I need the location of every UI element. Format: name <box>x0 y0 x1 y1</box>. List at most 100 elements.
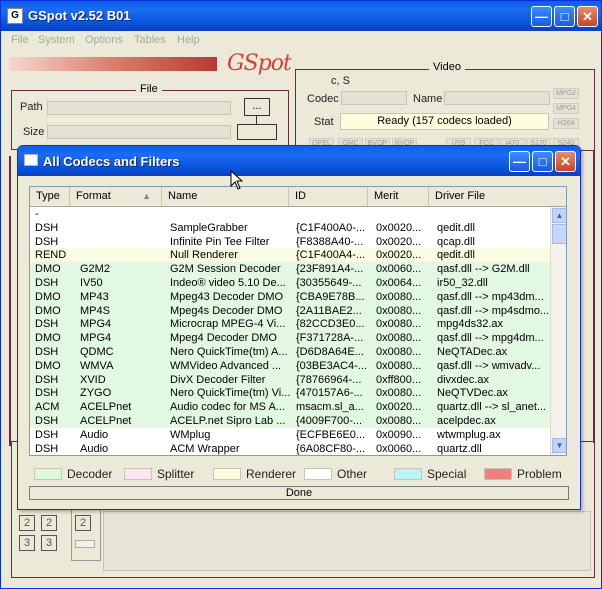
table-row[interactable]: DSH Infinite Pin Tee Filter {F8388A40-... 0… <box>30 234 550 249</box>
cell-id: {03BE3AC4-... <box>296 359 367 372</box>
num-box-5[interactable]: 2 <box>75 515 91 531</box>
cell-name: WMVideo Advanced ... <box>170 359 282 372</box>
codec-sub-label: c, S <box>331 75 350 87</box>
menu-file[interactable]: File <box>11 34 29 46</box>
table-row[interactable]: DMO MPG4 Mpeg4 Decoder DMO {F371728A-... 0x0… <box>30 331 550 346</box>
table-row[interactable]: DMO MP43 Mpeg43 Decoder DMO {CBA9E78B... 0x0… <box>30 289 550 304</box>
cell-driver-file: qasf.dll --> G2M.dll <box>437 263 530 276</box>
cell-type: DSH <box>35 235 59 248</box>
cell-driver-file: qedit.dll <box>437 221 475 234</box>
cell-format: XVID <box>80 373 106 386</box>
menu-system[interactable]: System <box>38 34 75 46</box>
tag-mpg4: MPG4 <box>553 103 579 114</box>
table-row[interactable]: DSH QDMC Nero QuickTime(tm) A... {D6D8A64E.… <box>30 345 550 359</box>
menu-help[interactable]: Help <box>177 34 200 46</box>
cell-id: {F371728A-... <box>296 332 364 345</box>
cell-type: DMO <box>35 304 61 317</box>
table-row[interactable]: DSH ZYGO Nero QuickTime(tm) Vi... {470157A6… <box>30 386 550 401</box>
legend-other-label: Other <box>337 467 368 481</box>
col-type[interactable]: Type <box>30 187 70 206</box>
size-button[interactable] <box>237 124 277 140</box>
table-row[interactable]: DSH MPG4 Microcrap MPEG-4 Vi... {82CCD3E0..… <box>30 317 550 332</box>
num-box-3[interactable]: 3 <box>19 535 35 551</box>
cell-format: MPG4 <box>80 318 112 331</box>
size-field[interactable] <box>47 125 231 139</box>
cell-type: - <box>35 208 39 220</box>
small-slider[interactable] <box>75 540 95 548</box>
menu-tables[interactable]: Tables <box>134 34 166 46</box>
table-row[interactable]: DSH Audio WMplug {ECFBE6E0... 0x0090... wtwmp… <box>30 427 550 442</box>
dialog-close-button[interactable]: ✕ <box>555 151 576 172</box>
main-titlebar[interactable]: G GSpot v2.52 B01 — □ ✕ <box>1 1 601 31</box>
table-row[interactable]: ACM ACELPnet Audio codec for MS A... msacm.… <box>30 400 550 415</box>
cell-format: MPG4 <box>80 332 112 345</box>
scroll-up-icon[interactable]: ▲ <box>552 208 566 223</box>
num-box-2[interactable]: 2 <box>41 515 57 531</box>
cell-name: Mpeg43 Decoder DMO <box>170 290 284 303</box>
cell-name: Indeo® video 5.10 De... <box>170 277 286 289</box>
close-icon: ✕ <box>582 9 593 24</box>
cell-type: DSH <box>35 221 59 234</box>
num-box-1[interactable]: 2 <box>19 515 35 531</box>
cell-driver-file: qcap.dll <box>437 235 475 248</box>
cell-id: {CBA9E78B... <box>296 290 365 303</box>
table-row[interactable]: DMO WMVA WMVideo Advanced ... {03BE3AC4-...… <box>30 358 550 373</box>
table-row[interactable]: DMO MP4S Mpeg4s Decoder DMO {2A11BAE2... 0x0… <box>30 303 550 318</box>
cell-name: Microcrap MPEG-4 Vi... <box>170 318 286 331</box>
cell-name: Mpeg4s Decoder DMO <box>170 304 283 317</box>
legend-other-swatch <box>304 468 332 480</box>
list-vertical-scrollbar[interactable]: ▲ ▼ <box>550 207 566 455</box>
cell-name: Infinite Pin Tee Filter <box>170 235 270 248</box>
cell-merit: 0x0080... <box>376 290 422 303</box>
minimize-icon: — <box>535 9 548 24</box>
cell-format: Audio <box>80 442 109 455</box>
num-box-4[interactable]: 3 <box>41 535 57 551</box>
table-row[interactable]: DSH SampleGrabber {C1F400A0-... 0x0020... qe… <box>30 220 550 235</box>
cell-merit: 0x0080... <box>376 346 422 358</box>
cell-merit: 0x0020... <box>376 249 422 262</box>
table-row[interactable]: DSH Audio ACM Wrapper {6A08CF80-... 0x0060..… <box>30 441 550 455</box>
table-row[interactable]: DSH IV50 Indeo® video 5.10 De... {30355649-… <box>30 276 550 290</box>
cell-id: {C1F400A0-... <box>296 221 366 234</box>
col-name[interactable]: Name <box>162 187 289 206</box>
browse-button[interactable]: ... <box>244 98 270 116</box>
legend-decoder-label: Decoder <box>67 467 113 481</box>
maximize-icon: □ <box>560 9 569 24</box>
name-field[interactable] <box>444 91 550 105</box>
all-codecs-dialog: All Codecs and Filters — □ ✕ Type Format… <box>17 145 581 510</box>
menu-options[interactable]: Options <box>85 34 123 46</box>
col-merit[interactable]: Merit <box>368 187 429 206</box>
table-row[interactable]: REND Null Renderer {C1F400A4-... 0x0020... q… <box>30 248 550 263</box>
dialog-titlebar[interactable]: All Codecs and Filters — □ ✕ <box>18 146 580 176</box>
path-field[interactable] <box>47 101 231 115</box>
table-row[interactable]: DMO G2M2 G2M Session Decoder {23F891A4-... 0… <box>30 262 550 277</box>
cell-type: DSH <box>35 428 59 441</box>
brand-gradient-bar <box>9 57 217 71</box>
left-frame-line <box>9 156 11 446</box>
cell-id: {D6D8A64E... <box>296 346 364 358</box>
codec-field[interactable] <box>341 91 407 105</box>
table-row[interactable]: DSH ACELPnet ACELP.net Sipro Lab ... {4009F… <box>30 414 550 428</box>
col-format[interactable]: Format ▲ <box>70 187 162 206</box>
dialog-maximize-button[interactable]: □ <box>532 151 553 172</box>
cell-name: Nero QuickTime(tm) Vi... <box>170 387 291 400</box>
cell-id: {F8388A40-... <box>296 235 364 248</box>
cell-type: DSH <box>35 318 59 331</box>
cell-id: {2A11BAE2... <box>296 304 362 317</box>
scroll-thumb[interactable] <box>552 224 566 244</box>
col-driver-file[interactable]: Driver File <box>429 187 566 206</box>
name-label: Name <box>413 93 443 105</box>
cell-driver-file: acelpdec.ax <box>437 415 496 427</box>
close-button[interactable]: ✕ <box>577 6 598 27</box>
scroll-down-icon[interactable]: ▼ <box>552 438 566 453</box>
maximize-button[interactable]: □ <box>554 6 575 27</box>
codec-list[interactable]: Type Format ▲ Name ID Merit Driver File -… <box>29 186 567 456</box>
table-row[interactable]: DSH XVID DivX Decoder Filter {78766964-... 0… <box>30 372 550 387</box>
gspot-app-icon: G <box>7 8 23 24</box>
col-id[interactable]: ID <box>289 187 368 206</box>
cell-driver-file: quartz.dll <box>437 442 482 455</box>
table-row[interactable]: - <box>30 207 550 221</box>
minimize-button[interactable]: — <box>531 6 552 27</box>
dialog-minimize-button[interactable]: — <box>509 151 530 172</box>
cell-id: {C1F400A4-... <box>296 249 366 262</box>
